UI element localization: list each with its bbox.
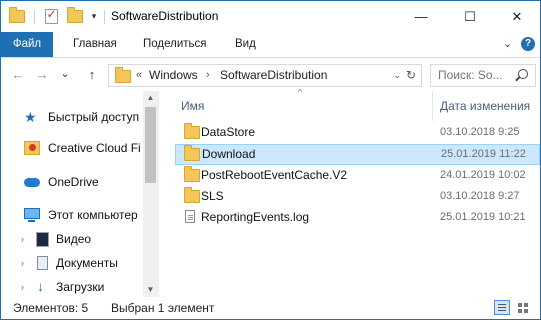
column-divider[interactable] (432, 91, 433, 121)
search-icon[interactable] (518, 69, 528, 79)
scroll-up-arrow-icon[interactable]: ▲ (143, 91, 158, 105)
table-row[interactable]: Download 25.01.2019 11:22 (175, 144, 540, 165)
title-separator (104, 10, 105, 24)
downloads-icon: ↓ (37, 278, 44, 294)
text-file-icon (185, 210, 195, 223)
scroll-down-arrow-icon[interactable]: ▼ (143, 283, 158, 297)
back-button[interactable]: ← (9, 58, 27, 91)
column-header-name[interactable]: Имя (181, 96, 431, 116)
sidebar-scrollbar[interactable]: ▲ ▼ (143, 91, 158, 297)
expand-chevron-icon[interactable]: › (21, 228, 24, 250)
ribbon-expand-icon[interactable]: ⌄ (503, 32, 512, 57)
large-icons-view-button[interactable] (515, 300, 531, 315)
file-name: SLS (201, 189, 224, 203)
expand-chevron-icon[interactable]: › (21, 276, 24, 298)
table-row[interactable]: SLS 03.10.2018 9:27 (175, 186, 540, 207)
maximize-button[interactable]: ☐ (447, 1, 493, 32)
expand-chevron-icon[interactable]: › (21, 252, 24, 274)
sidebar-item-label: Видео (56, 232, 92, 246)
table-row[interactable]: DataStore 03.10.2018 9:25 (175, 122, 540, 143)
refresh-icon[interactable]: ↻ (406, 65, 416, 86)
title-separator (34, 10, 35, 24)
sidebar-item-label: OneDrive (48, 175, 99, 189)
scrollbar-thumb[interactable] (145, 107, 156, 183)
search-box[interactable] (430, 64, 536, 87)
tab-view[interactable]: Вид (235, 32, 256, 57)
ribbon-tabs: Файл Главная Поделиться Вид ⌄ ? (1, 32, 540, 58)
help-icon[interactable]: ? (521, 37, 535, 51)
sidebar-item-documents[interactable]: › Документы (1, 252, 141, 274)
folder-icon (7, 1, 27, 32)
onedrive-cloud-icon (24, 178, 40, 187)
recent-locations-icon[interactable]: ⌄ (56, 58, 74, 91)
window-title: SoftwareDistribution (111, 9, 219, 23)
file-name: ReportingEvents.log (201, 210, 310, 224)
folder-icon (184, 187, 200, 203)
table-row[interactable]: ReportingEvents.log 25.01.2019 10:21 (175, 207, 540, 228)
search-input[interactable] (431, 65, 518, 84)
address-bar[interactable]: « Windows › SoftwareDistribution ⌄ ↻ (108, 64, 422, 87)
tab-share[interactable]: Поделиться (143, 32, 207, 57)
quick-access-dropdown[interactable]: ▾ (87, 1, 101, 32)
file-date: 24.01.2019 10:02 (440, 169, 526, 181)
close-button[interactable]: ✕ (494, 1, 540, 32)
breadcrumb-softwaredistribution[interactable]: SoftwareDistribution (220, 65, 327, 86)
sidebar-item-this-pc[interactable]: Этот компьютер (1, 204, 141, 226)
sidebar-item-label: Загрузки (56, 280, 105, 294)
folder-icon (184, 123, 200, 139)
new-folder-icon[interactable] (65, 1, 85, 32)
file-date: 25.01.2019 11:22 (441, 148, 526, 160)
creative-cloud-folder-icon (24, 141, 40, 155)
sidebar-item-onedrive[interactable]: OneDrive (1, 171, 141, 193)
navigation-bar: ← → ⌄ ↑ « Windows › SoftwareDistribution… (1, 58, 540, 91)
status-bar: Элементов: 5 Выбран 1 элемент (1, 297, 540, 319)
file-date: 25.01.2019 10:21 (440, 211, 526, 223)
navigation-pane: ★ Быстрый доступ Creative Cloud Files On… (1, 91, 159, 297)
selection-count: Выбран 1 элемент (111, 301, 215, 315)
minimize-button[interactable]: — (398, 1, 444, 32)
properties-icon[interactable] (41, 1, 61, 32)
breadcrumb-windows[interactable]: Windows (149, 65, 198, 86)
details-view-button[interactable] (494, 300, 510, 315)
folder-icon (184, 166, 200, 182)
sidebar-item-label: Документы (56, 256, 118, 270)
file-name: DataStore (201, 125, 256, 139)
video-icon (36, 232, 49, 247)
up-button[interactable]: ↑ (83, 58, 101, 91)
folder-icon (115, 67, 131, 83)
tab-home[interactable]: Главная (73, 32, 117, 57)
column-header-date-modified[interactable]: Дата изменения (440, 96, 530, 116)
sidebar-item-downloads[interactable]: › ↓ Загрузки (1, 276, 141, 298)
file-name: PostRebootEventCache.V2 (201, 168, 348, 182)
breadcrumb-overflow[interactable]: « (136, 65, 142, 86)
file-date: 03.10.2018 9:25 (440, 126, 520, 138)
sidebar-item-label: Быстрый доступ (48, 110, 140, 124)
file-list: ^ Имя Дата изменения DataStore 03.10.201… (159, 87, 540, 297)
computer-icon (24, 208, 40, 222)
table-row[interactable]: PostRebootEventCache.V2 24.01.2019 10:02 (175, 165, 540, 186)
explorer-window: ▾ SoftwareDistribution — ☐ ✕ Файл Главна… (0, 0, 541, 320)
item-count: Элементов: 5 (13, 301, 89, 315)
title-bar: ▾ SoftwareDistribution — ☐ ✕ (1, 1, 540, 32)
file-name: Download (202, 147, 256, 161)
tab-file[interactable]: Файл (1, 32, 53, 57)
breadcrumb-separator[interactable]: › (206, 65, 210, 86)
folder-icon (184, 145, 200, 161)
file-date: 03.10.2018 9:27 (440, 190, 520, 202)
sidebar-item-label: Creative Cloud Files (48, 141, 141, 155)
forward-button[interactable]: → (33, 58, 51, 91)
sidebar-item-label: Этот компьютер (48, 208, 138, 222)
address-dropdown-icon[interactable]: ⌄ (393, 65, 401, 86)
documents-icon (37, 256, 48, 270)
sidebar-item-videos[interactable]: › Видео (1, 228, 141, 250)
sidebar-item-creative-cloud[interactable]: Creative Cloud Files (1, 137, 141, 159)
star-icon: ★ (24, 109, 37, 125)
sidebar-item-quick-access[interactable]: ★ Быстрый доступ (1, 106, 141, 128)
